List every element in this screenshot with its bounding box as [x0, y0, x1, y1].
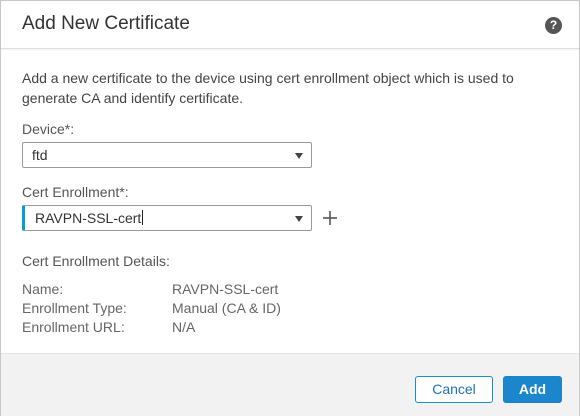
add-certificate-dialog: Add New Certificate ? Add a new certific…: [0, 0, 580, 416]
plus-icon[interactable]: [321, 209, 339, 227]
intro-text: Add a new certificate to the device usin…: [22, 70, 514, 106]
cert-enrollment-label: Cert Enrollment*:: [22, 184, 129, 200]
device-label: Device*:: [22, 121, 75, 137]
help-icon[interactable]: ?: [545, 17, 562, 34]
detail-key: Name:: [22, 281, 64, 297]
device-select-value: ftd: [32, 147, 48, 163]
text-cursor: [142, 210, 144, 225]
dialog-title: Add New Certificate: [22, 13, 190, 34]
dialog-footer: Cancel Add: [1, 353, 579, 416]
cert-enrollment-select-value: RAVPN-SSL-cert: [35, 210, 144, 226]
details-title: Cert Enrollment Details:: [22, 253, 170, 269]
detail-row-enrollment-url: Enrollment URL: N/A: [22, 319, 422, 337]
detail-row-enrollment-type: Enrollment Type: Manual (CA & ID): [22, 300, 422, 318]
detail-row-name: Name: RAVPN-SSL-cert: [22, 281, 422, 299]
detail-value: RAVPN-SSL-cert: [172, 281, 279, 297]
cert-enrollment-select[interactable]: RAVPN-SSL-cert: [22, 205, 312, 231]
device-select[interactable]: ftd: [22, 142, 312, 168]
add-button[interactable]: Add: [503, 376, 562, 403]
dialog-header: Add New Certificate ?: [1, 1, 579, 49]
cancel-button[interactable]: Cancel: [415, 376, 493, 403]
chevron-down-icon: [295, 153, 303, 159]
detail-value: N/A: [172, 319, 196, 335]
detail-value: Manual (CA & ID): [172, 300, 281, 316]
chevron-down-icon: [295, 216, 303, 222]
detail-key: Enrollment URL:: [22, 319, 125, 335]
detail-key: Enrollment Type:: [22, 300, 127, 316]
